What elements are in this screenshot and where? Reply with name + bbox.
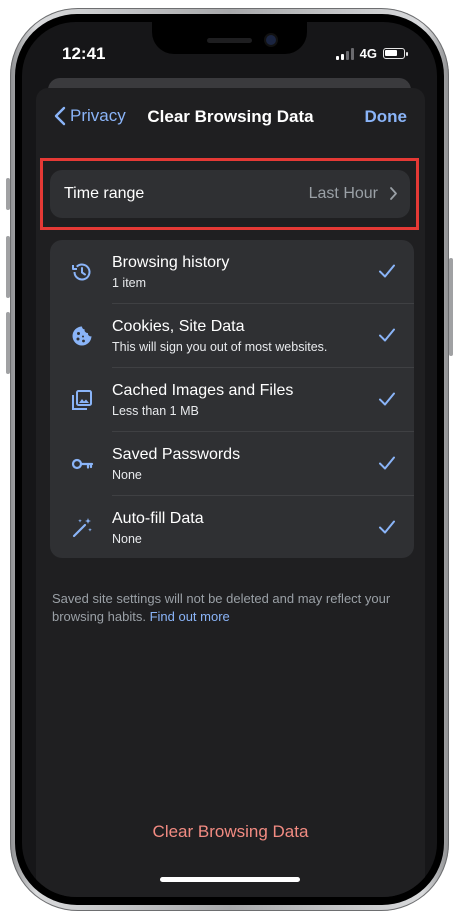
item-title: Auto-fill Data: [112, 510, 204, 527]
checkmark-icon: [379, 520, 395, 534]
time-range-row[interactable]: Time range Last Hour: [50, 170, 410, 218]
checkmark-icon: [379, 264, 395, 278]
signal-icon: [335, 47, 354, 60]
list-item-cookies[interactable]: Cookies, Site Data This will sign you ou…: [50, 304, 414, 368]
list-item-browsing-history[interactable]: Browsing history 1 item: [50, 240, 414, 304]
checkmark-icon: [379, 456, 395, 470]
list-item-cached-images[interactable]: Cached Images and Files Less than 1 MB: [50, 368, 414, 432]
network-label: 4G: [359, 46, 377, 61]
status-indicators: 4G: [335, 46, 408, 61]
clear-browsing-data-button[interactable]: Clear Browsing Data: [36, 822, 425, 842]
image-icon: [72, 390, 92, 410]
item-subtitle: None: [112, 468, 142, 482]
list-item-saved-passwords[interactable]: Saved Passwords None: [50, 432, 414, 496]
done-button[interactable]: Done: [365, 107, 408, 127]
time-range-value: Last Hour: [308, 185, 378, 202]
power-button: [449, 258, 453, 356]
home-indicator[interactable]: [160, 877, 300, 882]
volume-down-button: [6, 312, 10, 374]
chevron-right-icon: [390, 187, 397, 200]
front-camera: [266, 35, 276, 45]
item-title: Saved Passwords: [112, 446, 241, 463]
item-subtitle: None: [112, 532, 142, 546]
list-item-autofill-data[interactable]: Auto-fill Data None: [50, 496, 414, 560]
speaker-grille: [207, 38, 252, 43]
volume-up-button: [6, 236, 10, 298]
cookie-icon: [72, 326, 92, 346]
navigation-bar: Privacy Clear Browsing Data Done: [36, 88, 425, 148]
item-subtitle: 1 item: [112, 276, 147, 290]
status-time: 12:41: [62, 44, 106, 63]
checkmark-icon: [379, 392, 395, 406]
magic-wand-icon: [72, 518, 92, 538]
clear-browsing-data-sheet: Privacy Clear Browsing Data Done Time ra…: [36, 88, 425, 897]
checkmark-icon: [379, 328, 395, 342]
item-subtitle: This will sign you out of most websites.: [112, 340, 328, 354]
item-title: Cookies, Site Data: [112, 318, 245, 335]
time-range-label: Time range: [64, 185, 145, 202]
find-out-more-link[interactable]: Find out more: [150, 609, 230, 624]
item-title: Cached Images and Files: [112, 382, 294, 399]
key-icon: [71, 458, 94, 470]
phone-screen: 12:41 4G Privacy Clear Browsing Data Don…: [22, 22, 437, 897]
silent-switch: [6, 178, 10, 210]
item-title: Browsing history: [112, 254, 230, 271]
footer-note: Saved site settings will not be deleted …: [52, 590, 402, 626]
item-subtitle: Less than 1 MB: [112, 404, 199, 418]
battery-icon: [383, 48, 408, 59]
history-icon: [72, 263, 91, 281]
notch: [152, 22, 307, 54]
data-types-list: Browsing history 1 item Cookies, Site Da…: [50, 240, 414, 558]
